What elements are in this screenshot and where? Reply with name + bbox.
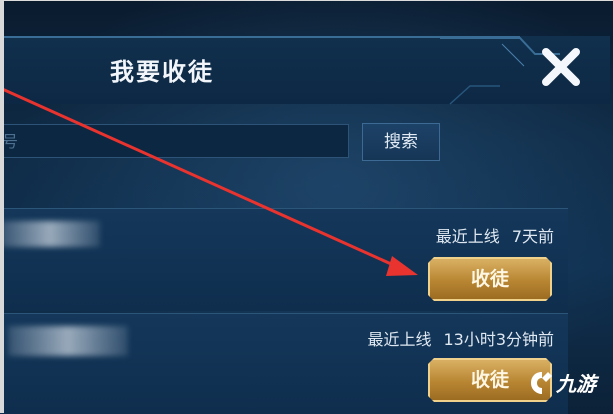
screenshot-border xyxy=(0,0,613,413)
